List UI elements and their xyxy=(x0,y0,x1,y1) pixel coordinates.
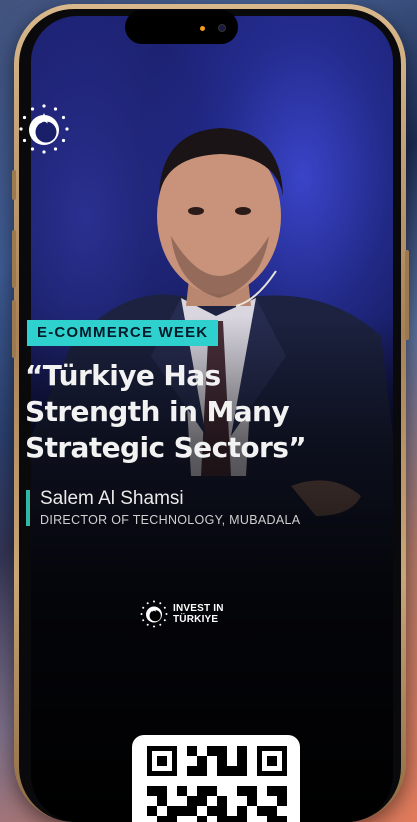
speaker-title: DIRECTOR OF TECHNOLOGY, MUBADALA xyxy=(40,513,301,527)
mute-switch xyxy=(12,170,16,200)
category-badge: E-COMMERCE WEEK xyxy=(27,320,219,346)
privacy-indicator-icon xyxy=(200,26,205,31)
front-camera-icon xyxy=(218,24,226,32)
speaker-accent-bar xyxy=(26,490,30,526)
qr-code-icon[interactable] xyxy=(147,746,287,822)
brand-text: INVEST IN TÜRKIYE xyxy=(173,603,224,625)
crescent-logo-icon xyxy=(19,104,69,154)
headline-quote: “Türkiye Has Strength in Many Strategic … xyxy=(25,359,307,464)
invest-in-turkiye-brand: INVEST IN TÜRKIYE xyxy=(139,597,224,631)
volume-down-button xyxy=(12,300,16,358)
power-button xyxy=(405,250,409,340)
volume-up-button xyxy=(12,230,16,288)
speaker-name: Salem Al Shamsi xyxy=(40,488,184,509)
brand-line-2: TÜRKIYE xyxy=(173,614,219,625)
invest-in-turkiye-logo-icon xyxy=(140,600,168,628)
brand-line-1: INVEST IN xyxy=(173,603,224,614)
